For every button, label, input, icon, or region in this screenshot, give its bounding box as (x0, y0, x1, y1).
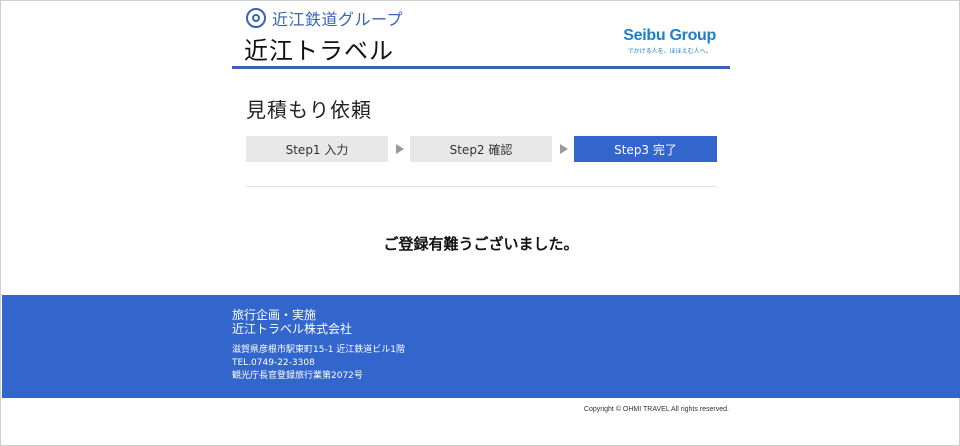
seibu-group-tagline: でかける人を、ほほえむ人へ。 (627, 48, 712, 55)
site-title[interactable]: 近江トラベル (244, 31, 394, 66)
completion-message: ご登録有難うございました。 (383, 235, 579, 253)
site-header: 近江鉄道グループ 近江トラベル Seibu Group でかける人を、ほほえむ人… (232, 1, 730, 69)
footer-address: 滋賀県彦根市駅東町15-1 近江鉄道ビル1階 (232, 345, 406, 355)
footer-planning-label: 旅行企画・実施 (232, 308, 317, 322)
railway-emblem-icon (246, 8, 266, 28)
step-3-complete: Step3 完了 (574, 136, 717, 162)
step-2-confirm: Step2 確認 (410, 136, 552, 162)
page-title: 見積もり依頼 (246, 98, 372, 122)
step-indicator: Step1 入力 Step2 確認 Step3 完了 (246, 136, 717, 162)
footer-company-info: 旅行企画・実施 近江トラベル株式会社 滋賀県彦根市駅東町15-1 近江鉄道ビル1… (232, 308, 405, 383)
footer-company-name: 近江トラベル株式会社 (232, 322, 353, 336)
seibu-group-name: Seibu Group (623, 27, 716, 44)
seibu-group-logo[interactable]: Seibu Group でかける人を、ほほえむ人へ。 (623, 27, 716, 55)
footer-tel: TEL.0749-22-3308 (232, 358, 315, 368)
step-arrow-icon (560, 144, 568, 154)
page-frame: 近江鉄道グループ 近江トラベル Seibu Group でかける人を、ほほえむ人… (0, 0, 960, 446)
footer-license: 観光庁長官登録旅行業第2072号 (232, 371, 363, 381)
copyright: Copyright © OHMI TRAVEL All rights reser… (583, 406, 729, 413)
group-name: 近江鉄道グループ (272, 10, 404, 29)
step-arrow-icon (396, 144, 404, 154)
group-logo[interactable]: 近江鉄道グループ (246, 6, 403, 30)
site-footer: 旅行企画・実施 近江トラベル株式会社 滋賀県彦根市駅東町15-1 近江鉄道ビル1… (2, 295, 960, 398)
divider (246, 186, 717, 187)
step-1-input: Step1 入力 (246, 136, 388, 162)
